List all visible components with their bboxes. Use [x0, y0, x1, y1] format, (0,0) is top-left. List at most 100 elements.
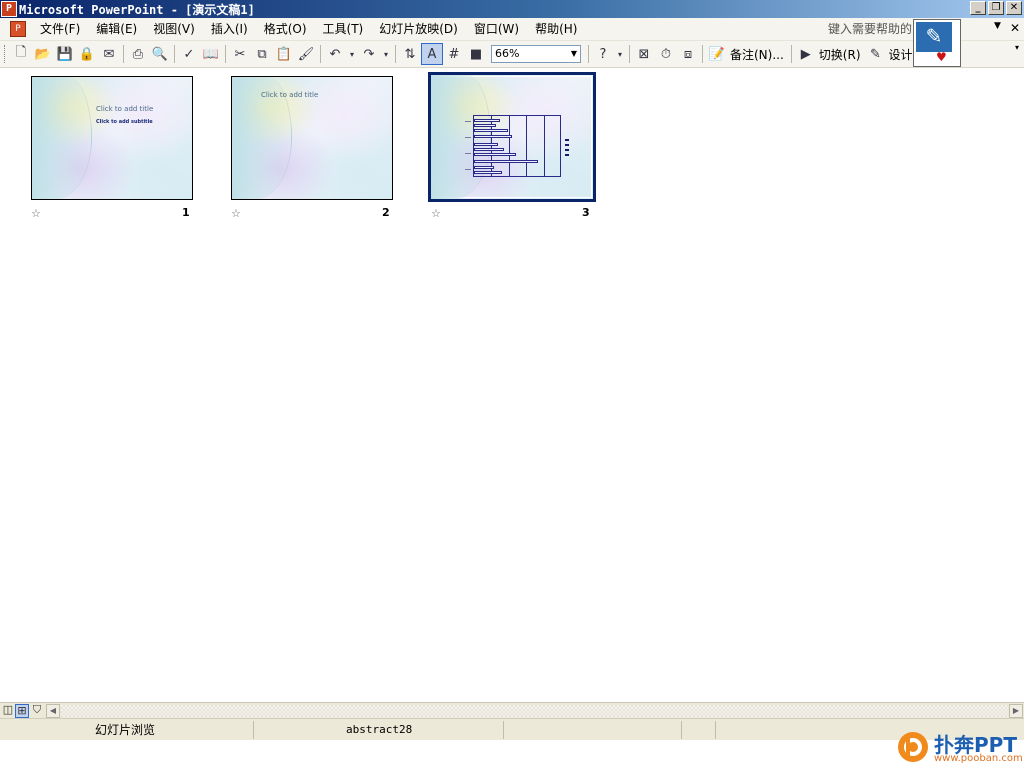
help-dropdown-icon[interactable]: ▼	[994, 21, 1001, 31]
toolbar-separator	[174, 45, 175, 63]
color-grayscale-icon[interactable]: ■	[465, 43, 487, 65]
window-controls: _ ❐ ✕	[970, 1, 1022, 15]
chart-bar	[474, 135, 512, 138]
menu-tools[interactable]: 工具(T)	[315, 19, 372, 39]
legend-swatch	[565, 144, 569, 146]
print-icon[interactable]: ⎙	[127, 43, 149, 65]
redo-icon[interactable]: ↷	[358, 43, 380, 65]
slide-sorter-view-icon[interactable]: ⊞	[15, 704, 29, 718]
slide-2-title: Click to add title	[261, 91, 319, 99]
slide-thumbnail-1[interactable]: Click to add title Click to add subtitle	[31, 76, 193, 200]
menu-slideshow[interactable]: 幻灯片放映(D)	[371, 19, 466, 39]
transition-button[interactable]: 切换(R)	[819, 46, 861, 63]
design-icon[interactable]: ✎	[865, 43, 887, 65]
close-icon[interactable]: ✕	[1006, 1, 1022, 15]
slide-1-transition-icon[interactable]: ☆	[31, 207, 41, 220]
undo-icon[interactable]: ↶	[324, 43, 346, 65]
slide-2-transition-icon[interactable]: ☆	[231, 207, 241, 220]
paste-icon[interactable]: 📋	[273, 43, 295, 65]
status-panel-language	[504, 721, 682, 739]
watermark-url: www.pooban.com	[934, 753, 1023, 764]
new-icon[interactable]: 🗋	[10, 43, 32, 65]
save-icon[interactable]: 💾	[54, 43, 76, 65]
email-icon[interactable]: ✉	[98, 43, 120, 65]
scroll-left-icon[interactable]: ◀	[46, 704, 60, 718]
toolbar-end-options-icon[interactable]: ▾	[1012, 43, 1022, 65]
normal-view-icon[interactable]: ◫	[1, 704, 15, 718]
zoom-dropdown-icon[interactable]: ▼	[571, 46, 577, 62]
slide-2-number: 2	[382, 206, 390, 219]
slide-1-subtitle: Click to add subtitle	[96, 119, 153, 125]
permission-icon[interactable]: 🔒	[76, 43, 98, 65]
slide-3-number: 3	[582, 206, 590, 219]
office-assistant[interactable]: ✎ ♥	[913, 19, 961, 67]
document-icon[interactable]: P	[10, 21, 26, 37]
scroll-track[interactable]	[61, 705, 1008, 717]
design-button[interactable]: 设计	[889, 46, 913, 63]
undo-dropdown-icon[interactable]: ▾	[346, 43, 358, 65]
status-view-name: 幻灯片浏览	[4, 721, 254, 739]
spelling-icon[interactable]: ✓	[178, 43, 200, 65]
show-formatting-icon[interactable]: A	[421, 43, 443, 65]
print-preview-icon[interactable]: 🔍	[149, 43, 171, 65]
bottom-strip	[0, 740, 1024, 768]
menu-file[interactable]: 文件(F)	[32, 19, 88, 39]
summary-slide-icon[interactable]: ⧈	[677, 43, 699, 65]
menu-view[interactable]: 视图(V)	[145, 19, 203, 39]
redo-dropdown-icon[interactable]: ▾	[380, 43, 392, 65]
toolbar-separator	[123, 45, 124, 63]
cut-icon[interactable]: ✂	[229, 43, 251, 65]
title-bar: P Microsoft PowerPoint - [演示文稿1] _ ❐ ✕	[0, 0, 1024, 18]
slide-thumbnail-3[interactable]	[428, 72, 596, 202]
copy-icon[interactable]: ⧉	[251, 43, 273, 65]
chart-bar	[474, 160, 538, 163]
horizontal-scrollbar: ◫ ⊞ ⛉ ◀ ▶	[0, 702, 1024, 718]
menu-window[interactable]: 窗口(W)	[466, 19, 527, 39]
legend-swatch	[565, 149, 569, 151]
slide-thumbnail-2[interactable]: Click to add title	[231, 76, 393, 200]
help-icon[interactable]: ?	[592, 43, 614, 65]
powerpoint-app-icon[interactable]: P	[1, 1, 17, 17]
menu-help[interactable]: 帮助(H)	[527, 19, 585, 39]
toolbar-separator	[320, 45, 321, 63]
transition-icon[interactable]: ▶	[795, 43, 817, 65]
grid-icon[interactable]: #	[443, 43, 465, 65]
slide-3-transition-icon[interactable]: ☆	[431, 207, 441, 220]
document-close-icon[interactable]: ✕	[1010, 21, 1020, 35]
open-icon[interactable]: 📂	[32, 43, 54, 65]
toolbar-separator	[225, 45, 226, 63]
toolbar-grip[interactable]	[4, 45, 7, 63]
status-panel-extra	[682, 721, 716, 739]
slideshow-view-icon[interactable]: ⛉	[30, 704, 44, 718]
rehearse-timings-icon[interactable]: ⏱	[655, 43, 677, 65]
slide-background-wave	[32, 77, 92, 199]
restore-icon[interactable]: ❐	[988, 1, 1004, 15]
menu-insert[interactable]: 插入(I)	[203, 19, 256, 39]
chart-bar	[474, 166, 494, 169]
minimize-icon[interactable]: _	[970, 1, 986, 15]
status-template-name: abstract28	[254, 721, 504, 739]
expand-all-icon[interactable]: ⇅	[399, 43, 421, 65]
chart-axis-label	[465, 153, 471, 154]
research-icon[interactable]: 📖	[200, 43, 222, 65]
format-painter-icon[interactable]: 🖌	[295, 43, 317, 65]
notes-button[interactable]: 备注(N)...	[730, 46, 784, 63]
menu-edit[interactable]: 编辑(E)	[88, 19, 145, 39]
zoom-value: 66%	[495, 47, 520, 60]
chart-bar	[474, 153, 516, 156]
notes-icon[interactable]: 📝	[706, 43, 728, 65]
toolbar-separator	[395, 45, 396, 63]
slide-1-number: 1	[182, 206, 190, 219]
scroll-right-icon[interactable]: ▶	[1009, 704, 1023, 718]
chart-bar	[474, 119, 500, 122]
toolbar-options-icon[interactable]: ▾	[614, 43, 626, 65]
zoom-select[interactable]: 66% ▼	[491, 45, 581, 63]
legend-swatch	[565, 154, 569, 156]
menu-format[interactable]: 格式(O)	[256, 19, 315, 39]
chart-legend	[565, 139, 569, 159]
hide-slide-icon[interactable]: ⊠	[633, 43, 655, 65]
menu-bar: P 文件(F) 编辑(E) 视图(V) 插入(I) 格式(O) 工具(T) 幻灯…	[0, 18, 1024, 41]
chart-bar	[474, 129, 508, 132]
chart-gridline	[526, 116, 527, 176]
chart-gridline	[509, 116, 510, 176]
